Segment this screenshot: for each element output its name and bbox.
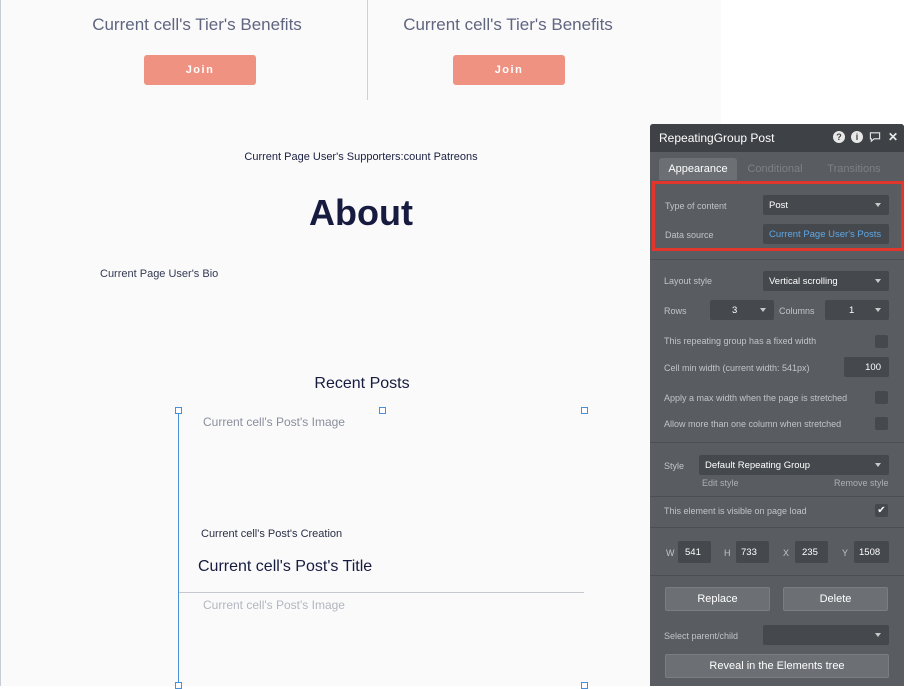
info-icon[interactable]: i — [851, 131, 863, 143]
panel-title: RepeatingGroup Post — [659, 131, 775, 145]
replace-button[interactable]: Replace — [665, 587, 770, 611]
chevron-down-icon — [875, 308, 881, 312]
join-button-right[interactable]: Join — [453, 55, 565, 85]
comment-icon[interactable] — [869, 131, 881, 143]
repeating-group-post[interactable] — [178, 410, 586, 686]
style-value: Default Repeating Group — [705, 459, 811, 471]
recent-posts-heading[interactable]: Recent Posts — [1, 375, 723, 393]
section-divider — [650, 259, 904, 260]
editor-canvas[interactable]: Current cell's Tier's Benefits Join Curr… — [0, 0, 723, 689]
rows-value: 3 — [732, 304, 738, 316]
cell-min-width-input[interactable]: 100 — [844, 357, 889, 377]
tier-benefits-title-left: Current cell's Tier's Benefits — [92, 15, 302, 34]
join-button-left[interactable]: Join — [144, 55, 256, 85]
chevron-down-icon — [760, 308, 766, 312]
y-label: Y — [842, 548, 849, 558]
visible-on-load-label: This element is visible on page load — [664, 506, 807, 516]
columns-label: Columns — [779, 306, 815, 316]
resize-handle-top-center[interactable] — [379, 407, 386, 414]
rows-dropdown[interactable]: 3 — [710, 300, 774, 320]
remove-style-link[interactable]: Remove style — [834, 478, 889, 488]
columns-dropdown[interactable]: 1 — [825, 300, 889, 320]
x-input[interactable]: 235 — [795, 541, 828, 563]
rows-label: Rows — [664, 306, 687, 316]
supporters-count-text[interactable]: Current Page User's Supporters:count Pat… — [1, 151, 721, 163]
height-label: H — [724, 548, 731, 558]
section-divider — [650, 575, 904, 576]
fixed-width-label: This repeating group has a fixed width — [664, 336, 817, 346]
checkmark-icon: ✔ — [877, 505, 886, 516]
post-image-placeholder[interactable]: Current cell's Post's Image — [203, 415, 345, 429]
section-divider — [650, 442, 904, 443]
resize-handle-top-right[interactable] — [581, 407, 588, 414]
tab-transitions[interactable]: Transitions — [827, 158, 881, 180]
type-of-content-label: Type of content — [665, 201, 727, 211]
max-width-checkbox[interactable] — [875, 391, 888, 404]
section-divider — [650, 527, 904, 528]
multi-column-checkbox[interactable] — [875, 417, 888, 430]
chevron-down-icon — [875, 203, 881, 207]
layout-style-dropdown[interactable]: Vertical scrolling — [763, 271, 889, 291]
property-editor-panel[interactable]: RepeatingGroup Post ? i ✕ Appearance Con… — [650, 124, 904, 686]
panel-header[interactable]: RepeatingGroup Post ? i ✕ — [650, 124, 904, 152]
edit-style-link[interactable]: Edit style — [702, 478, 739, 488]
x-label: X — [783, 548, 790, 558]
chevron-down-icon — [875, 279, 881, 283]
data-source-field[interactable]: Current Page User's Posts — [763, 224, 889, 244]
style-dropdown[interactable]: Default Repeating Group — [699, 455, 889, 475]
tab-conditional[interactable]: Conditional — [747, 158, 802, 180]
reveal-in-elements-tree-button[interactable]: Reveal in the Elements tree — [665, 654, 889, 678]
multi-column-label: Allow more than one column when stretche… — [664, 419, 842, 429]
resize-handle-top-left[interactable] — [175, 407, 182, 414]
max-width-label: Apply a max width when the page is stret… — [664, 393, 848, 403]
tab-appearance[interactable]: Appearance — [659, 158, 737, 180]
type-of-content-value: Post — [769, 199, 789, 211]
type-of-content-dropdown[interactable]: Post — [763, 195, 889, 215]
width-input[interactable]: 541 — [678, 541, 711, 563]
data-source-label: Data source — [665, 230, 714, 240]
chevron-down-icon — [875, 463, 881, 467]
style-label: Style — [664, 461, 685, 471]
section-divider — [650, 496, 904, 497]
select-parent-child-dropdown[interactable] — [763, 625, 889, 645]
visible-on-load-checkbox[interactable]: ✔ — [875, 504, 888, 517]
width-label: W — [666, 548, 675, 558]
panel-tabs: Appearance Conditional Transitions — [650, 152, 904, 180]
post-title-text[interactable]: Current cell's Post's Title — [198, 558, 372, 576]
post-image-placeholder-2: Current cell's Post's Image — [203, 598, 345, 612]
layout-style-label: Layout style — [664, 276, 713, 286]
y-input[interactable]: 1508 — [854, 541, 889, 563]
layout-style-value: Vertical scrolling — [769, 275, 838, 287]
columns-value: 1 — [849, 304, 855, 316]
fixed-width-checkbox[interactable] — [875, 335, 888, 348]
chevron-down-icon — [875, 633, 881, 637]
delete-button[interactable]: Delete — [783, 587, 888, 611]
cell-min-width-label: Cell min width (current width: 541px) — [664, 363, 810, 373]
height-input[interactable]: 733 — [736, 541, 769, 563]
help-icon[interactable]: ? — [833, 131, 845, 143]
post-creation-text[interactable]: Current cell's Post's Creation — [201, 528, 342, 540]
tier-benefits-title-right: Current cell's Tier's Benefits — [403, 15, 613, 34]
cell-separator — [179, 592, 584, 593]
about-heading[interactable]: About — [1, 192, 721, 234]
close-icon[interactable]: ✕ — [887, 130, 899, 144]
select-parent-child-label: Select parent/child — [664, 631, 739, 641]
user-bio-text[interactable]: Current Page User's Bio — [100, 268, 218, 280]
